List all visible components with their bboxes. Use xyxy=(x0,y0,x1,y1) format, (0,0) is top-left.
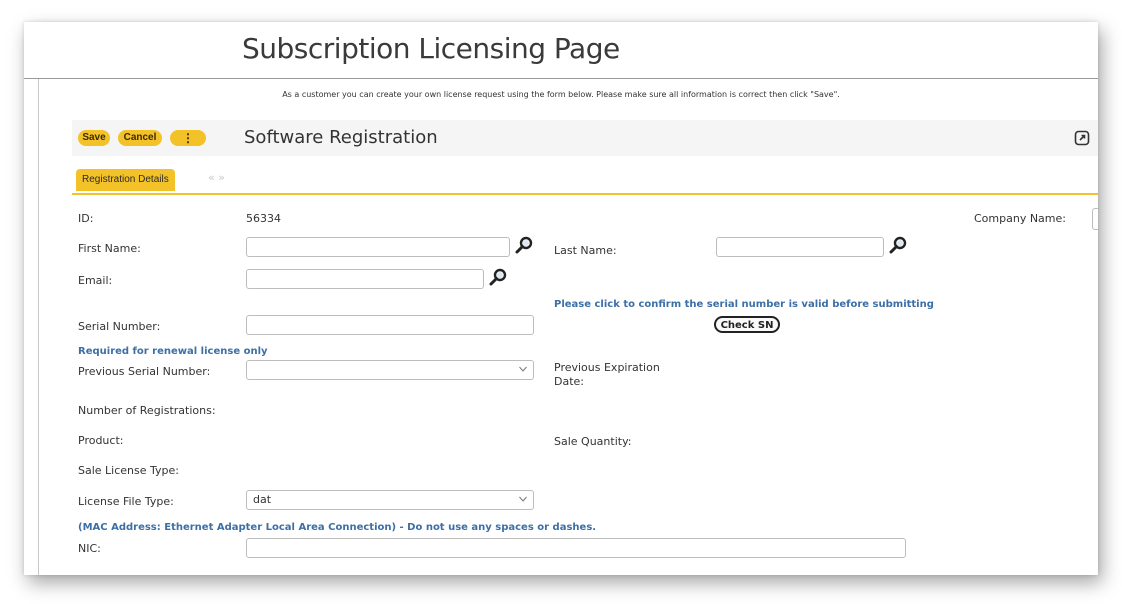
previous-serial-label: Previous Serial Number: xyxy=(78,365,211,378)
title-bar: Subscription Licensing Page xyxy=(24,22,1098,79)
page-title: Subscription Licensing Page xyxy=(242,32,620,65)
previous-expiration-label-2: Date: xyxy=(554,375,584,388)
tab-strip: Registration Details « » xyxy=(72,165,1098,195)
form-title: Software Registration xyxy=(244,127,438,148)
sale-quantity-label: Sale Quantity: xyxy=(554,435,632,448)
renewal-note: Required for renewal license only xyxy=(78,346,268,357)
company-name-label: Company Name: xyxy=(974,212,1066,225)
license-file-type-value: dat xyxy=(253,493,272,506)
email-input[interactable] xyxy=(246,269,484,289)
serial-number-input[interactable] xyxy=(246,315,534,335)
sale-license-type-label: Sale License Type: xyxy=(78,464,179,477)
id-label: ID: xyxy=(78,212,94,225)
tab-scroll-arrows[interactable]: « » xyxy=(208,171,225,184)
save-button[interactable]: Save xyxy=(78,130,110,146)
last-name-label: Last Name: xyxy=(554,244,617,257)
check-sn-button[interactable]: Check SN xyxy=(714,316,780,333)
instructions-text: As a customer you can create your own li… xyxy=(282,90,840,99)
chevron-down-icon xyxy=(519,366,527,372)
search-icon[interactable] xyxy=(888,235,908,255)
license-file-type-label: License File Type: xyxy=(78,495,174,508)
search-icon[interactable] xyxy=(514,235,534,255)
serial-confirm-note: Please click to confirm the serial numbe… xyxy=(554,299,934,310)
serial-number-label: Serial Number: xyxy=(78,320,161,333)
company-name-input[interactable] xyxy=(1092,208,1098,230)
mac-address-note: (MAC Address: Ethernet Adapter Local Are… xyxy=(78,522,597,533)
id-value: 56334 xyxy=(246,212,281,225)
email-label: Email: xyxy=(78,274,113,287)
nic-input[interactable] xyxy=(246,538,906,558)
page-frame: Subscription Licensing Page As a custome… xyxy=(24,22,1098,575)
more-actions-button[interactable]: ⋮ xyxy=(170,130,206,146)
license-file-type-select[interactable]: dat xyxy=(246,490,534,510)
cancel-button[interactable]: Cancel xyxy=(118,130,162,146)
tab-registration-details[interactable]: Registration Details xyxy=(76,169,175,191)
left-divider xyxy=(38,79,39,575)
previous-expiration-label-1: Previous Expiration xyxy=(554,361,660,374)
number-of-registrations-label: Number of Registrations: xyxy=(78,404,216,417)
popout-icon[interactable] xyxy=(1074,130,1090,146)
previous-serial-select[interactable] xyxy=(246,360,534,380)
form-toolbar: Save Cancel ⋮ Software Registration xyxy=(72,120,1098,156)
first-name-label: First Name: xyxy=(78,242,141,255)
first-name-input[interactable] xyxy=(246,237,510,257)
search-icon[interactable] xyxy=(488,267,508,287)
chevron-down-icon xyxy=(519,496,527,502)
last-name-input[interactable] xyxy=(716,237,884,257)
product-label: Product: xyxy=(78,434,124,447)
nic-label: NIC: xyxy=(78,542,101,555)
